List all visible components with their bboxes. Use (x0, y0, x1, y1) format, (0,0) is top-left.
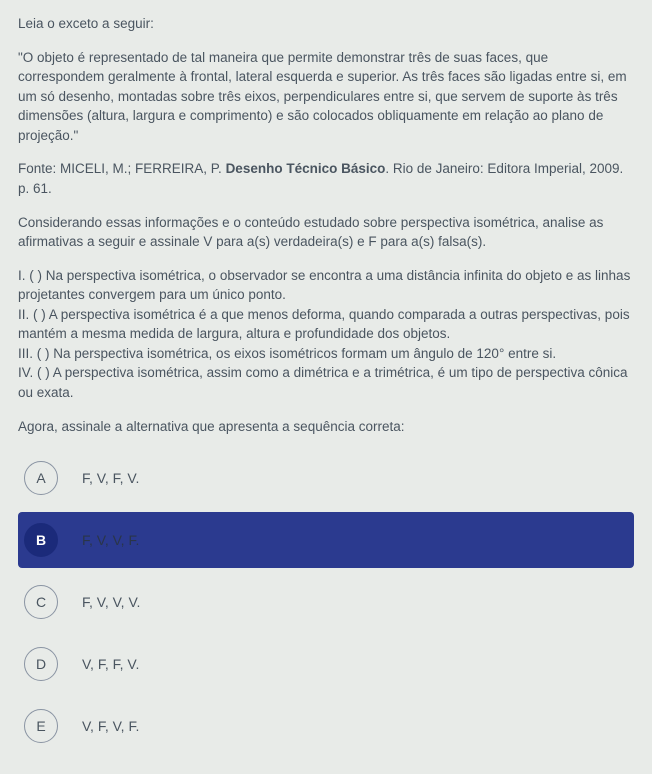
option-c-text: F, V, V, V. (82, 592, 140, 612)
option-c[interactable]: C F, V, V, V. (18, 574, 634, 630)
option-b-text: F, V, V, F. (82, 530, 139, 550)
option-d[interactable]: D V, F, F, V. (18, 636, 634, 692)
option-a[interactable]: A F, V, F, V. (18, 450, 634, 506)
option-a-bubble: A (24, 461, 58, 495)
statements-block: I. ( ) Na perspectiva isométrica, o obse… (18, 266, 634, 403)
quote-body: "O objeto é representado de tal maneira … (18, 48, 634, 146)
intro-text: Leia o exceto a seguir: (18, 14, 634, 34)
option-e-text: V, F, V, F. (82, 716, 139, 736)
source-citation: Fonte: MICELI, M.; FERREIRA, P. Desenho … (18, 159, 634, 198)
instruction-text: Considerando essas informações e o conte… (18, 213, 634, 252)
option-e[interactable]: E V, F, V, F. (18, 698, 634, 754)
option-a-text: F, V, F, V. (82, 468, 139, 488)
options-list: A F, V, F, V. B F, V, V, F. C F, V, V, V… (18, 450, 634, 754)
statement-1: I. ( ) Na perspectiva isométrica, o obse… (18, 266, 634, 305)
option-c-bubble: C (24, 585, 58, 619)
prompt-text: Agora, assinale a alternativa que aprese… (18, 417, 634, 437)
option-b-bubble: B (24, 523, 58, 557)
source-prefix: Fonte: MICELI, M.; FERREIRA, P. (18, 161, 226, 176)
source-title: Desenho Técnico Básico (226, 161, 386, 176)
statement-4: IV. ( ) A perspectiva isométrica, assim … (18, 363, 634, 402)
option-d-bubble: D (24, 647, 58, 681)
statement-2: II. ( ) A perspectiva isométrica é a que… (18, 305, 634, 344)
option-b[interactable]: B F, V, V, F. (18, 512, 634, 568)
option-e-bubble: E (24, 709, 58, 743)
statement-3: III. ( ) Na perspectiva isométrica, os e… (18, 344, 634, 364)
option-d-text: V, F, F, V. (82, 654, 139, 674)
